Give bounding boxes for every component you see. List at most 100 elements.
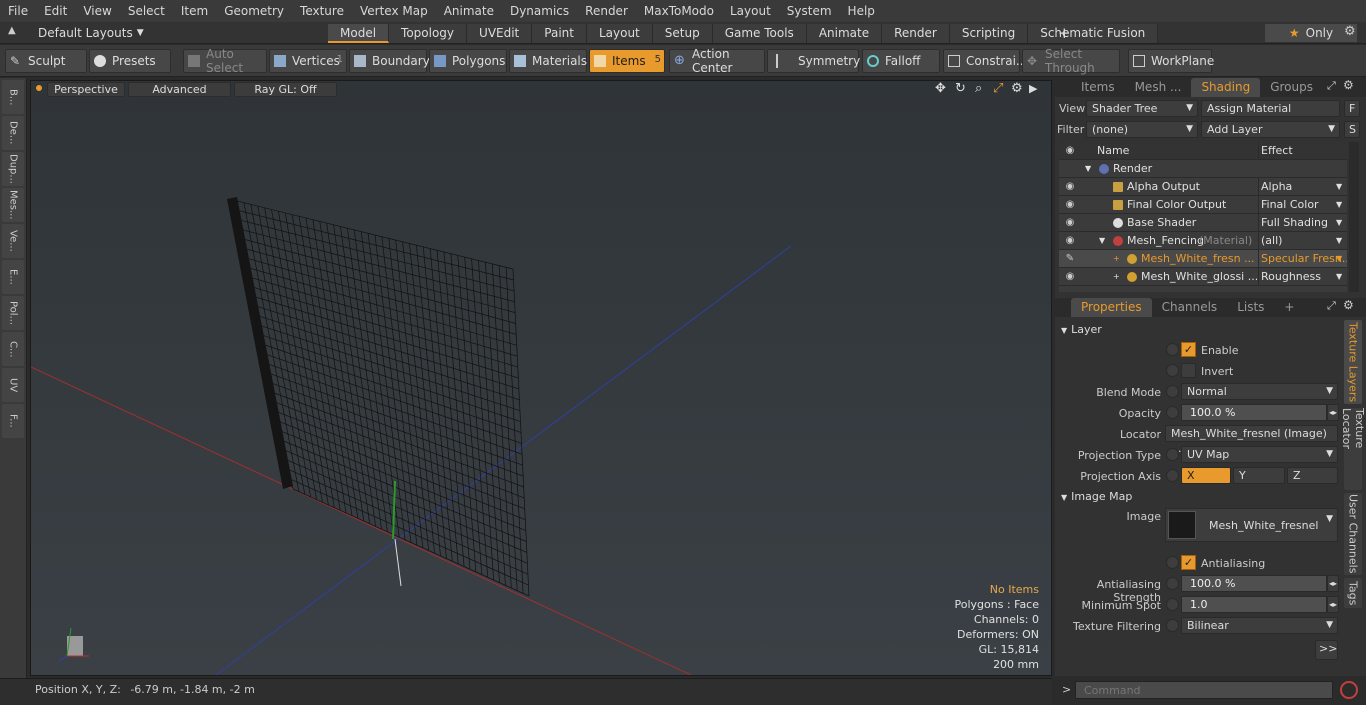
- command-input[interactable]: [1075, 681, 1333, 699]
- menu-item[interactable]: Vertex Map: [352, 0, 436, 22]
- shading-panel-tab[interactable]: Mesh ...: [1125, 78, 1192, 97]
- sculpt-button[interactable]: ✎ Sculpt: [5, 49, 87, 73]
- properties-panel-tab[interactable]: Channels: [1152, 298, 1228, 317]
- assign-material-button[interactable]: Assign Material: [1201, 100, 1340, 117]
- menu-item[interactable]: Render: [577, 0, 636, 22]
- add-tab-button[interactable]: +: [1058, 24, 1071, 42]
- menu-item[interactable]: Dynamics: [502, 0, 577, 22]
- shader-tree-row[interactable]: ✎ + Mesh_White_fresn ... Specular Fresn... ▼: [1059, 250, 1347, 268]
- layer-effect[interactable]: Final Color: [1258, 196, 1347, 214]
- shader-tree-row[interactable]: ◉ + Mesh_White_glossi ... Roughness ▼: [1059, 268, 1347, 286]
- shading-panel-tab[interactable]: Items: [1071, 78, 1125, 97]
- left-tool-tab[interactable]: C...: [2, 332, 24, 366]
- panel-expand-icon[interactable]: ⤢: [1327, 79, 1336, 93]
- aa-strength-keyframe-dot[interactable]: [1166, 577, 1179, 590]
- projection-type-keyframe-dot[interactable]: [1166, 448, 1179, 461]
- axis-y-button[interactable]: Y: [1233, 467, 1285, 484]
- blend-mode-keyframe-dot[interactable]: [1166, 385, 1179, 398]
- vertices-button[interactable]: Vertices 1: [269, 49, 347, 73]
- select-through-button[interactable]: ✥ Select Through: [1022, 47, 1120, 75]
- antialiasing-keyframe-dot[interactable]: [1166, 556, 1179, 569]
- 3d-viewport[interactable]: Perspective Advanced Ray GL: Off ✥ ↻ ⌕ ⤢…: [30, 80, 1052, 676]
- shader-tree-row[interactable]: ◉ Alpha Output Alpha ▼: [1059, 178, 1347, 196]
- mode-tab[interactable]: Game Tools: [712, 24, 807, 43]
- boundary-button[interactable]: Boundary: [349, 49, 430, 73]
- menu-item[interactable]: View: [75, 0, 119, 22]
- mode-tab[interactable]: Animate: [806, 24, 883, 43]
- shader-tree-row[interactable]: ◉ ▼ Mesh_Fencing (Material) (all) ▼: [1059, 232, 1347, 250]
- mode-tab[interactable]: Schematic Fusion: [1028, 24, 1159, 43]
- panel-gear-icon[interactable]: ⚙: [1343, 78, 1354, 92]
- menu-item[interactable]: Texture: [292, 0, 352, 22]
- tex-filter-dropdown[interactable]: Bilinear ▼: [1181, 617, 1338, 634]
- items-button[interactable]: Items 5: [589, 49, 665, 73]
- aa-strength-slider-handle[interactable]: ◂▸: [1327, 575, 1339, 592]
- gear-icon[interactable]: ⚙: [1344, 24, 1356, 39]
- properties-gear-icon[interactable]: ⚙: [1343, 298, 1354, 312]
- min-spot-keyframe-dot[interactable]: [1166, 598, 1179, 611]
- eye-icon[interactable]: ◉: [1061, 196, 1079, 214]
- menu-item[interactable]: Geometry: [216, 0, 292, 22]
- tree-scrollbar[interactable]: [1349, 142, 1359, 292]
- shading-panel-tab[interactable]: Shading: [1191, 78, 1261, 97]
- axis-z-button[interactable]: Z: [1287, 467, 1338, 484]
- expand-toggle-icon[interactable]: ▼: [1099, 232, 1105, 250]
- side-tab[interactable]: User Channels: [1344, 493, 1362, 575]
- side-tab[interactable]: Texture Locator: [1340, 408, 1366, 490]
- shader-tree-row[interactable]: ◉ Base Shader Full Shading ▼: [1059, 214, 1347, 232]
- aa-strength-field[interactable]: 100.0 %: [1181, 575, 1327, 592]
- mode-tab[interactable]: Paint: [532, 24, 587, 43]
- action-center-button[interactable]: ⊕ Action Center: [669, 47, 765, 75]
- filter-dropdown[interactable]: (none) ▼: [1086, 121, 1198, 138]
- left-tool-tab[interactable]: F...: [2, 404, 24, 438]
- shader-tree-row[interactable]: ▼ Render: [1059, 160, 1347, 178]
- blend-mode-dropdown[interactable]: Normal ▼: [1181, 383, 1338, 400]
- mode-tab[interactable]: Render: [882, 24, 950, 43]
- layer-effect[interactable]: Full Shading: [1258, 214, 1347, 232]
- materials-button[interactable]: Materials: [509, 49, 587, 73]
- menu-item[interactable]: MaxToModo: [636, 0, 722, 22]
- enable-keyframe-dot[interactable]: [1166, 343, 1179, 356]
- eye-icon[interactable]: ◉: [1061, 178, 1079, 196]
- mode-tab[interactable]: Scripting: [949, 24, 1029, 43]
- paint-icon[interactable]: ✎: [1061, 250, 1079, 268]
- falloff-button[interactable]: Falloff: [862, 49, 940, 73]
- more-button[interactable]: >>: [1315, 640, 1338, 660]
- properties-expand-icon[interactable]: ⤢: [1327, 299, 1336, 313]
- opacity-slider-handle[interactable]: ◂▸: [1327, 404, 1339, 421]
- layer-effect[interactable]: Alpha: [1258, 178, 1347, 196]
- properties-panel-tab[interactable]: Lists: [1227, 298, 1274, 317]
- opacity-keyframe-dot[interactable]: [1166, 406, 1179, 419]
- expand-toggle-icon[interactable]: ▼: [1085, 160, 1091, 178]
- eye-icon[interactable]: ◉: [1061, 268, 1079, 286]
- left-tool-tab[interactable]: Dup...: [2, 152, 24, 186]
- mode-tab[interactable]: Setup: [652, 24, 713, 43]
- left-tool-tab[interactable]: B...: [2, 80, 24, 114]
- constraints-button[interactable]: Constrai...: [943, 49, 1027, 73]
- layouts-dropdown[interactable]: Default Layouts ▼: [38, 25, 168, 41]
- presets-button[interactable]: Presets: [89, 49, 171, 73]
- eye-icon[interactable]: ◉: [1061, 214, 1079, 232]
- left-tool-tab[interactable]: Ve...: [2, 224, 24, 258]
- layer-effect[interactable]: Roughness: [1258, 268, 1347, 286]
- add-layer-dropdown[interactable]: Add Layer ▼: [1201, 121, 1340, 138]
- eye-icon[interactable]: ◉: [1061, 232, 1079, 250]
- polygons-button[interactable]: Polygons: [429, 49, 507, 73]
- f-button[interactable]: F: [1344, 100, 1360, 117]
- invert-keyframe-dot[interactable]: [1166, 364, 1179, 377]
- image-selector[interactable]: Mesh_White_fresnel ▼: [1165, 508, 1338, 542]
- menu-item[interactable]: Animate: [436, 0, 502, 22]
- axis-x-button[interactable]: X: [1181, 467, 1231, 484]
- enable-checkbox[interactable]: ✓: [1181, 342, 1196, 357]
- shading-panel-tab[interactable]: Groups: [1260, 78, 1323, 97]
- left-tool-tab[interactable]: Pol...: [2, 296, 24, 330]
- layer-effect[interactable]: (all): [1258, 232, 1347, 250]
- left-tool-tab[interactable]: UV: [2, 368, 24, 402]
- layout-menu-icon[interactable]: ▲: [8, 25, 20, 36]
- antialiasing-checkbox[interactable]: ✓: [1181, 555, 1196, 570]
- auto-select-button[interactable]: Auto Select: [183, 47, 267, 75]
- left-tool-tab[interactable]: De...: [2, 116, 24, 150]
- mode-tab[interactable]: Topology: [389, 24, 468, 43]
- expand-toggle-icon[interactable]: +: [1113, 250, 1120, 268]
- s-button[interactable]: S: [1344, 121, 1360, 138]
